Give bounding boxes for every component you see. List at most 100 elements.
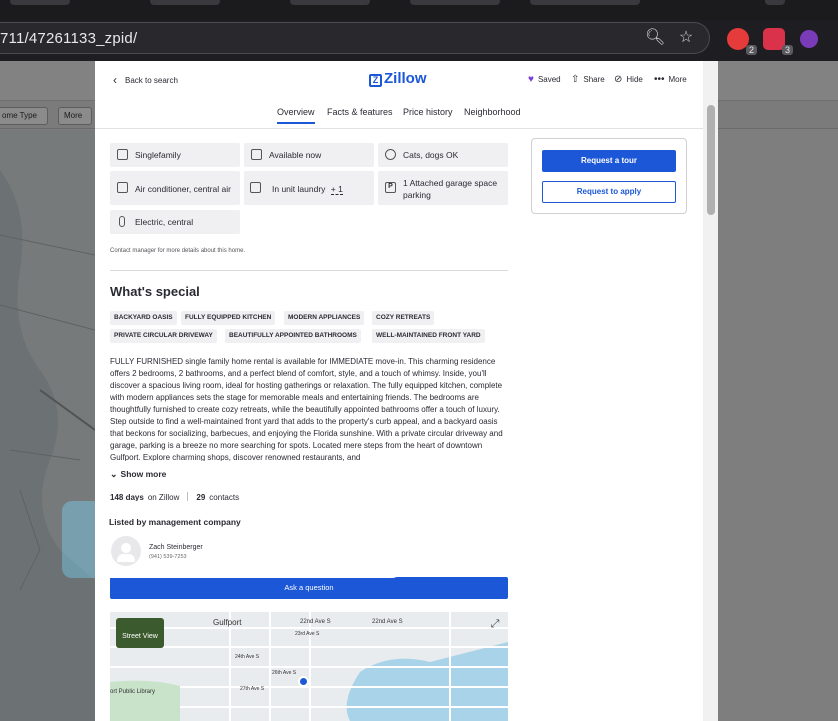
url-text[interactable]: 711/47261133_zpid/	[0, 30, 137, 47]
agent-phone[interactable]: (941) 539-7253	[149, 554, 187, 560]
request-tour-button[interactable]: Request a tour	[542, 150, 676, 172]
description-text: FULLY FURNISHED single family home renta…	[110, 357, 503, 461]
fact-chip: Singlefamily	[110, 143, 240, 167]
feature-tag: BEAUTIFULLY APPOINTED BATHROOMS	[225, 329, 361, 343]
browser-tab-strip	[0, 0, 838, 20]
feature-tag: PRIVATE CIRCULAR DRIVEWAY	[110, 329, 217, 343]
heat-icon	[119, 216, 125, 227]
section-tabs: Overview Facts & features Price history …	[95, 99, 718, 129]
location-map[interactable]: Gulfport 22nd Ave S 22nd Ave S 23rd Ave …	[110, 612, 508, 721]
fact-chip: Cats, dogs OK	[378, 143, 508, 167]
extension-badge: 3	[781, 45, 793, 55]
browser-tab[interactable]	[765, 0, 785, 5]
zoom-icon[interactable]: 🔍︎	[645, 29, 665, 47]
extension-2-icon[interactable]: 3	[763, 28, 793, 55]
fact-label: Air conditioner, central air	[135, 184, 231, 194]
map-label: 24th Ave S	[235, 654, 260, 660]
hide-label: Hide	[626, 75, 643, 84]
extension-badge: 2	[745, 45, 757, 55]
saved-button[interactable]: ♥ Saved	[528, 74, 561, 85]
agent-name: Zach Steinberger	[149, 544, 203, 551]
browser-tab[interactable]	[530, 0, 640, 5]
map-pin-icon[interactable]	[298, 676, 309, 687]
map-graphic	[110, 612, 508, 721]
share-icon: ⇧	[571, 74, 580, 85]
more-filter[interactable]: More	[58, 107, 92, 125]
browser-tab[interactable]	[410, 0, 500, 5]
map-label: ort Public Library	[110, 689, 156, 695]
address-bar[interactable]: 711/47261133_zpid/ 🔍︎ ☆	[0, 22, 710, 54]
fact-label: Cats, dogs OK	[403, 150, 459, 160]
more-dots-icon: •••	[654, 74, 665, 85]
map-label: 22nd Ave S	[372, 619, 403, 625]
parking-icon: P	[385, 182, 396, 193]
background-map-graphic	[0, 170, 95, 721]
tab-overview[interactable]: Overview	[277, 107, 315, 124]
show-more-link[interactable]: ⌄ Show more	[110, 469, 166, 480]
browser-toolbar: 711/47261133_zpid/ 🔍︎ ☆ 2 3	[0, 20, 838, 61]
more-filter-label: More	[64, 111, 83, 120]
fact-label-group: 1 Attached garage space parking	[403, 177, 497, 201]
home-icon	[117, 149, 128, 160]
paw-icon	[385, 149, 396, 160]
tab-facts-features[interactable]: Facts & features	[327, 107, 393, 117]
fact-label: Available now	[269, 150, 322, 160]
ask-question-button[interactable]: Ask a question	[110, 577, 508, 599]
extension-3-icon[interactable]	[800, 30, 818, 48]
map-label: Gulfport	[213, 618, 242, 627]
extension-1-icon[interactable]: 2	[727, 28, 757, 55]
zillow-z-icon: Z	[369, 74, 382, 87]
tab-price-history[interactable]: Price history	[403, 107, 453, 117]
whats-special-title: What's special	[110, 284, 200, 299]
map-label: 26th Ave S	[272, 670, 297, 676]
more-button[interactable]: ••• More	[654, 74, 687, 85]
zillow-logo[interactable]: Z Zillow	[369, 70, 427, 87]
street-view-thumbnail[interactable]: Street View	[116, 618, 164, 648]
contact-card: Request a tour Request to apply	[531, 138, 687, 214]
fact-chip: Electric, central	[110, 210, 240, 234]
home-type-filter-label: ome Type	[2, 111, 37, 120]
fact-label-group: In unit laundry + 1	[272, 183, 343, 195]
request-apply-button[interactable]: Request to apply	[542, 181, 676, 203]
expand-map-icon[interactable]: ⤢	[488, 617, 502, 631]
map-label: 22nd Ave S	[300, 619, 331, 625]
listed-by-card: Listed by management company Zach Steinb…	[95, 501, 402, 578]
fact-label: Electric, central	[135, 217, 194, 227]
bookmark-star-icon[interactable]: ☆	[677, 29, 695, 47]
show-more-label: Show more	[120, 469, 167, 479]
map-label: 27th Ave S	[240, 686, 265, 692]
street-view-label: Street View	[122, 633, 158, 640]
tabs-divider	[95, 128, 718, 129]
hide-button[interactable]: ⊘ Hide	[614, 74, 643, 85]
browser-tab[interactable]	[290, 0, 370, 5]
browser-tab[interactable]	[150, 0, 220, 5]
listed-by-title: Listed by management company	[109, 517, 241, 527]
laundry-icon	[250, 182, 261, 193]
back-label: Back to search	[125, 76, 178, 85]
chevron-down-icon: ⌄	[110, 469, 118, 479]
avatar	[111, 536, 141, 566]
feature-tag: FULLY EQUIPPED KITCHEN	[181, 311, 276, 325]
fact-chip: In unit laundry + 1	[244, 171, 374, 205]
background-map	[0, 130, 95, 721]
feature-tag: COZY RETREATS	[372, 311, 435, 325]
saved-label: Saved	[537, 75, 561, 84]
heart-icon: ♥	[528, 74, 534, 85]
home-type-filter[interactable]: ome Type ⌄	[0, 107, 48, 136]
chevron-left-icon: ‹	[113, 73, 117, 87]
section-divider	[110, 270, 508, 271]
fact-label-line2: parking	[403, 190, 431, 200]
tab-neighborhood[interactable]: Neighborhood	[464, 107, 521, 117]
ac-icon	[117, 182, 128, 193]
modal-scrollbar-thumb[interactable]	[707, 105, 715, 215]
fact-extra-link[interactable]: + 1	[330, 184, 343, 195]
share-button[interactable]: ⇧ Share	[571, 74, 605, 85]
calendar-icon	[251, 149, 262, 160]
fact-label: Singlefamily	[135, 150, 181, 160]
feature-tag: BACKYARD OASIS	[110, 311, 177, 325]
listing-modal: ‹ Back to search Z Zillow ♥ Saved ⇧ Share ⊘ H…	[95, 61, 718, 721]
fact-label: In unit laundry	[272, 184, 326, 194]
back-to-search-link[interactable]: ‹ Back to search	[113, 73, 178, 87]
browser-tab[interactable]	[10, 0, 70, 5]
fact-chip: Air conditioner, central air	[110, 171, 240, 205]
